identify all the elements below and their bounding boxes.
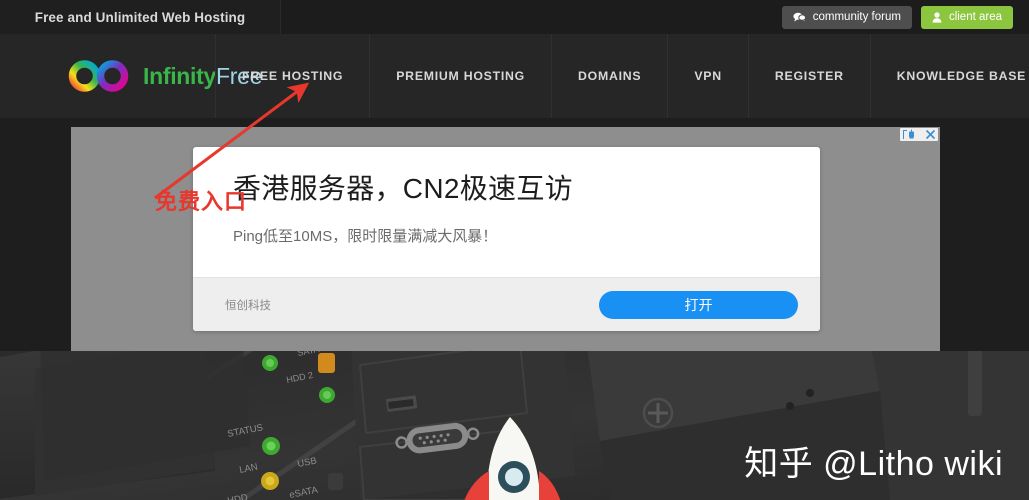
user-icon	[932, 11, 942, 23]
infinityfree-homepage: Free and Unlimited Web Hosting community…	[0, 0, 1029, 500]
adchoices-icon[interactable]	[902, 129, 924, 140]
adchoices-control[interactable]	[900, 128, 938, 141]
chat-bubble-icon	[793, 12, 806, 23]
advertisement-footer: 恒创科技 打开	[193, 277, 820, 331]
annotation-label: 免费入口	[155, 189, 248, 214]
hero-server-image: SATA HDD 2 STATUS LAN USB eSATA HDD	[0, 351, 1029, 500]
watermark: 知乎 @Litho wiki	[744, 445, 1003, 483]
community-forum-button[interactable]: community forum	[781, 5, 912, 29]
advertiser-name: 恒创科技	[225, 299, 271, 312]
close-icon[interactable]	[925, 129, 936, 140]
nav-item-domains[interactable]: DOMAINS	[551, 34, 667, 118]
nav-item-vpn[interactable]: VPN	[667, 34, 748, 118]
nav-item-register[interactable]: REGISTER	[747, 34, 870, 118]
topbar-actions: community forum client area	[781, 5, 1029, 29]
client-area-button[interactable]: client area	[920, 5, 1013, 29]
community-forum-label: community forum	[812, 11, 901, 23]
advertisement-subtitle: Ping低至10MS，限时限量满减大风暴！	[233, 228, 498, 245]
nav-item-premium-hosting[interactable]: PREMIUM HOSTING	[369, 34, 551, 118]
site-tagline: Free and Unlimited Web Hosting	[0, 0, 281, 34]
nav-items: FREE HOSTING PREMIUM HOSTING DOMAINS VPN…	[215, 34, 1029, 118]
client-area-label: client area	[948, 11, 1002, 23]
advertisement-open-button[interactable]: 打开	[599, 290, 798, 319]
infinity-logo-icon	[68, 59, 130, 93]
top-utility-bar: Free and Unlimited Web Hosting community…	[0, 0, 1029, 34]
nav-item-knowledge-base[interactable]: KNOWLEDGE BASE	[869, 34, 1029, 118]
